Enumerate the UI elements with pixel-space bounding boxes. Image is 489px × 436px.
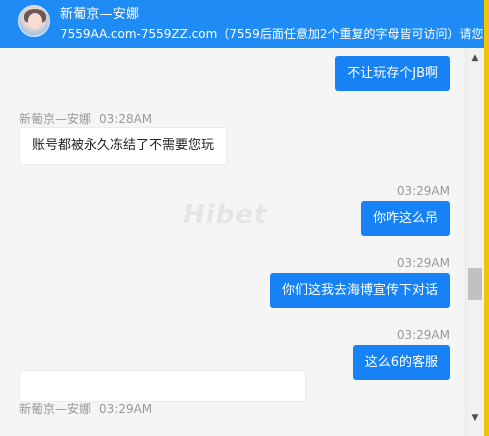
sender-name: 新葡京—安娜 xyxy=(19,112,92,126)
chevron-up-icon[interactable]: ▲ xyxy=(466,50,484,66)
outgoing-message: 不让玩存个JB啊 xyxy=(335,56,450,91)
message-meta: 新葡京—安娜 03:28AM xyxy=(19,110,152,127)
avatar xyxy=(18,5,50,37)
watermark: Hibet xyxy=(183,200,268,230)
message-time: 03:29AM xyxy=(396,328,450,342)
message-time: 03:29AM xyxy=(99,402,153,416)
avatar-face xyxy=(28,13,42,29)
message-time: 03:29AM xyxy=(396,184,450,198)
window-edge xyxy=(484,48,489,436)
agent-name: 新葡京—安娜 xyxy=(60,7,140,22)
message-time: 03:28AM xyxy=(99,112,153,126)
outgoing-message: 这么6的客服 xyxy=(352,345,450,380)
chat-header: 新葡京—安娜 7559AA.com-7559ZZ.com（7559后面任意加2个… xyxy=(0,0,489,48)
scrollbar-thumb[interactable] xyxy=(468,268,482,300)
outgoing-message: 你们这我去海博宣传下对话 xyxy=(269,273,450,308)
header-edge xyxy=(484,0,489,48)
incoming-message xyxy=(19,370,306,402)
scrollbar[interactable]: ▲ ▼ xyxy=(465,48,484,436)
message-time: 03:29AM xyxy=(396,256,450,270)
sender-name: 新葡京—安娜 xyxy=(19,402,92,416)
outgoing-message: 你咋这么吊 xyxy=(360,201,450,236)
incoming-message: 账号都被永久冻结了不需要您玩 xyxy=(19,127,228,165)
header-subtitle: 7559AA.com-7559ZZ.com（7559后面任意加2个重复的字母皆可… xyxy=(60,27,489,41)
chat-window: 新葡京—安娜 7559AA.com-7559ZZ.com（7559后面任意加2个… xyxy=(0,0,489,436)
message-meta: 新葡京—安娜 03:29AM xyxy=(19,400,152,417)
chevron-down-icon[interactable]: ▼ xyxy=(466,410,484,426)
